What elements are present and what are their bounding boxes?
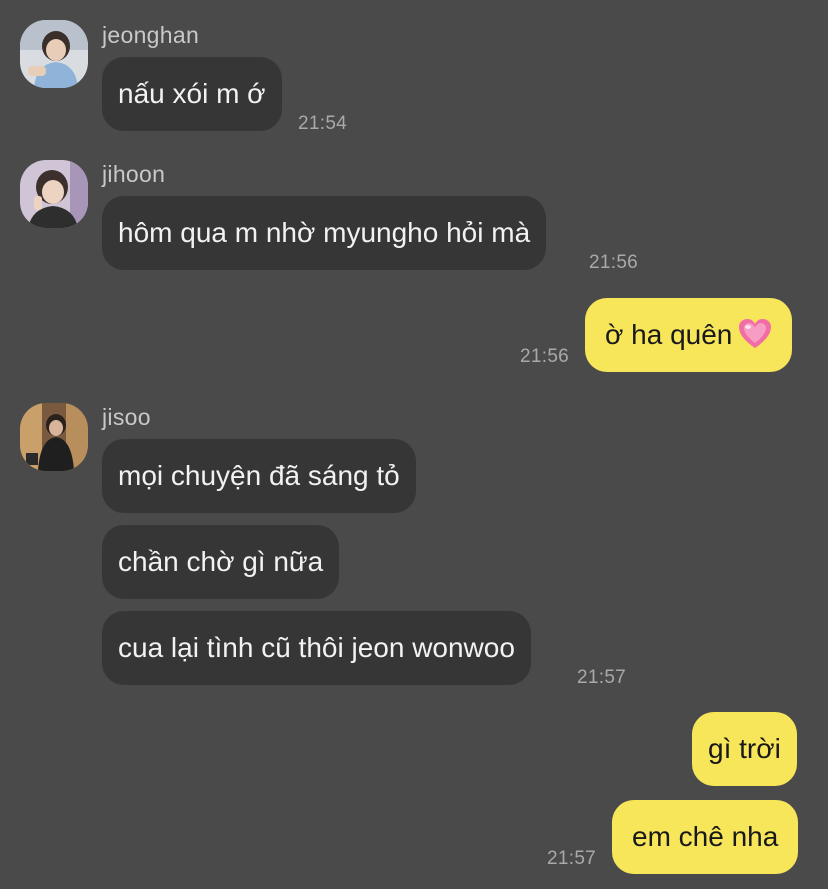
avatar-jisoo[interactable] [20,403,88,471]
sender-name: jisoo [102,404,151,430]
avatar-jeonghan[interactable] [20,20,88,88]
message-bubble-outgoing[interactable]: gì trời [692,712,797,786]
sender-name: jeonghan [102,22,200,48]
sender-name: jihoon [102,161,166,187]
message-timestamp: 21:57 [547,848,597,869]
avatar-jihoon-photo [20,160,88,228]
message-timestamp: 21:56 [589,252,639,273]
message-bubble[interactable]: chần chờ gì nữa [102,525,340,599]
message-bubble[interactable]: nấu xói m ớ [102,57,282,131]
message-timestamp: 21:57 [577,667,627,688]
message-bubble-outgoing[interactable]: ờ ha quên [585,298,793,372]
message-timestamp: 21:54 [298,113,348,134]
message-bubble[interactable]: cua lại tình cũ thôi jeon wonwoo [102,611,531,685]
message-bubble[interactable]: mọi chuyện đã sáng tỏ [102,439,416,513]
message-timestamp: 21:56 [520,346,570,367]
message-bubble-outgoing[interactable]: em chê nha [612,800,799,874]
message-text: ờ ha quên [605,319,733,350]
pink-heart-icon [739,318,772,348]
chat-thread[interactable]: jeonghan nấu xói m ớ 21:54 jihoon hôm qu… [0,0,828,889]
avatar-jeonghan-photo [20,20,88,88]
avatar-jihoon[interactable] [20,160,88,228]
message-bubble[interactable]: hôm qua m nhờ myungho hỏi mà [102,196,547,270]
avatar-jisoo-photo [20,403,88,471]
